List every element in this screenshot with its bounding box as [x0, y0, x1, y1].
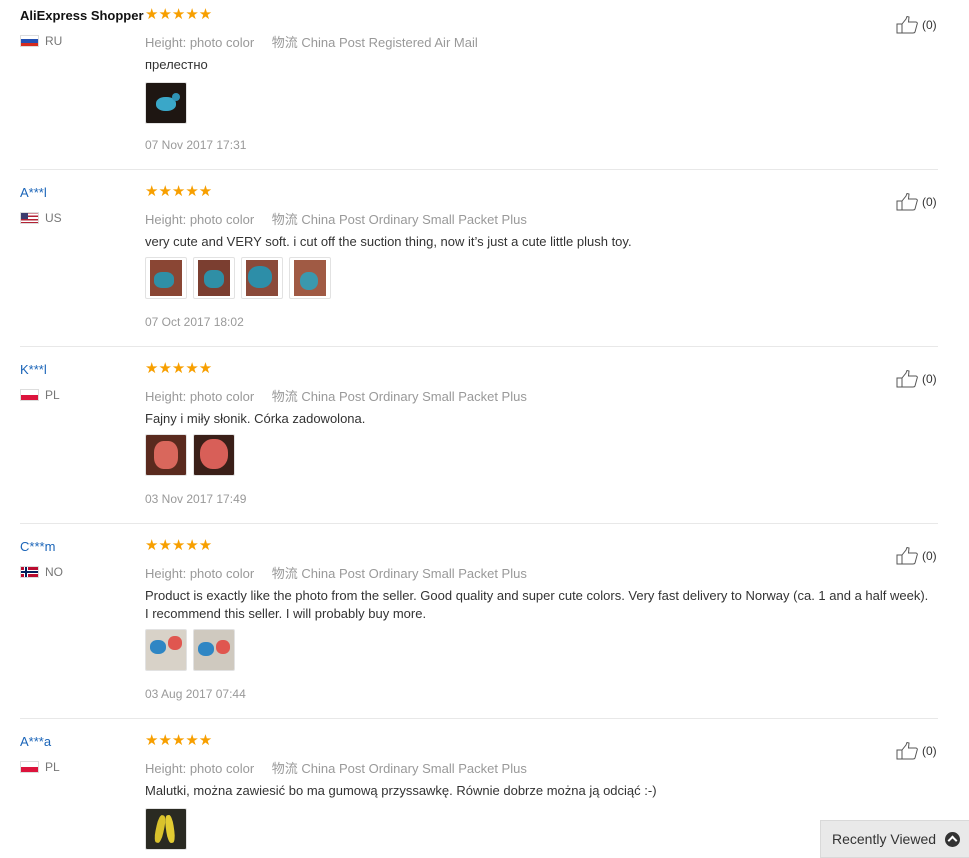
thumbs-up-icon — [896, 193, 918, 211]
review-attributes: Height: photo color 物流 China Post Ordina… — [145, 209, 527, 228]
helpful-button[interactable]: (0) — [896, 193, 937, 211]
flag-icon — [20, 389, 39, 401]
logistics-value: China Post Ordinary Small Packet Plus — [301, 212, 527, 227]
recently-viewed-label: Recently Viewed — [832, 831, 937, 847]
review-photos — [145, 257, 331, 299]
height-value: photo color — [189, 389, 255, 404]
reviewer-name[interactable]: A***l — [20, 185, 47, 200]
review-photos — [145, 629, 235, 671]
logistics-label: 物流 — [271, 761, 298, 776]
review-photos — [145, 82, 187, 124]
logistics-label: 物流 — [271, 566, 298, 581]
review-text: Fajny i miły słonik. Córka zadowolona. — [145, 411, 366, 426]
review-attributes: Height: photo color 物流 China Post Ordina… — [145, 563, 527, 582]
review-attributes: Height: photo color 物流 China Post Regist… — [145, 32, 478, 51]
review-divider — [20, 523, 938, 524]
thumbs-up-icon — [896, 370, 918, 388]
review-date: 07 Oct 2017 18:02 — [145, 315, 244, 329]
height-value: photo color — [189, 212, 255, 227]
review-attributes: Height: photo color 物流 China Post Ordina… — [145, 386, 527, 405]
flag-icon — [20, 566, 39, 578]
review-divider — [20, 346, 938, 347]
helpful-button[interactable]: (0) — [896, 547, 937, 565]
thumbs-up-icon — [896, 16, 918, 34]
helpful-count: (0) — [922, 195, 937, 209]
helpful-count: (0) — [922, 372, 937, 386]
height-label: Height: — [145, 35, 187, 50]
height-value: photo color — [189, 761, 255, 776]
review-photo-thumbnail[interactable] — [145, 434, 187, 476]
reviewer-country: US — [20, 211, 62, 225]
review-text: Product is exactly like the photo from t… — [145, 588, 929, 621]
star-rating: ★★★★★ — [145, 537, 213, 554]
reviewer-name[interactable]: K***l — [20, 362, 47, 377]
star-rating: ★★★★★ — [145, 360, 213, 377]
review-photo-thumbnail[interactable] — [145, 82, 187, 124]
logistics-label: 物流 — [271, 35, 298, 50]
review-date: 03 Nov 2017 17:49 — [145, 492, 247, 506]
height-value: photo color — [189, 35, 255, 50]
reviewer-country: PL — [20, 760, 60, 774]
height-value: photo color — [189, 566, 255, 581]
logistics-value: China Post Ordinary Small Packet Plus — [301, 389, 527, 404]
chevron-up-icon — [945, 832, 960, 847]
review-divider — [20, 718, 938, 719]
reviewer-name[interactable]: A***a — [20, 734, 51, 749]
review-photo-thumbnail[interactable] — [289, 257, 331, 299]
reviewer-name[interactable]: C***m — [20, 539, 55, 554]
helpful-count: (0) — [922, 744, 937, 758]
country-code: RU — [45, 34, 63, 48]
review-photo-thumbnail[interactable] — [145, 808, 187, 850]
review-attributes: Height: photo color 物流 China Post Ordina… — [145, 758, 527, 777]
logistics-value: China Post Ordinary Small Packet Plus — [301, 761, 527, 776]
flag-icon — [20, 212, 39, 224]
height-label: Height: — [145, 761, 187, 776]
logistics-value: China Post Registered Air Mail — [301, 35, 478, 50]
review-photo-thumbnail[interactable] — [145, 629, 187, 671]
helpful-button[interactable]: (0) — [896, 16, 937, 34]
country-code: US — [45, 211, 62, 225]
thumbs-up-icon — [896, 547, 918, 565]
helpful-count: (0) — [922, 549, 937, 563]
country-code: PL — [45, 388, 60, 402]
star-rating: ★★★★★ — [145, 6, 213, 23]
helpful-button[interactable]: (0) — [896, 370, 937, 388]
star-rating: ★★★★★ — [145, 183, 213, 200]
review-text: very cute and VERY soft. i cut off the s… — [145, 234, 632, 249]
thumbs-up-icon — [896, 742, 918, 760]
helpful-count: (0) — [922, 18, 937, 32]
review-photo-thumbnail[interactable] — [193, 434, 235, 476]
logistics-value: China Post Ordinary Small Packet Plus — [301, 566, 527, 581]
helpful-button[interactable]: (0) — [896, 742, 937, 760]
review-divider — [20, 169, 938, 170]
review-photos — [145, 808, 187, 850]
review-date: 03 Aug 2017 07:44 — [145, 687, 246, 701]
review-photo-thumbnail[interactable] — [145, 257, 187, 299]
recently-viewed-button[interactable]: Recently Viewed — [820, 820, 969, 858]
review-date: 07 Nov 2017 17:31 — [145, 138, 247, 152]
country-code: NO — [45, 565, 63, 579]
flag-icon — [20, 761, 39, 773]
reviewer-country: PL — [20, 388, 60, 402]
review-photo-thumbnail[interactable] — [241, 257, 283, 299]
review-photo-thumbnail[interactable] — [193, 257, 235, 299]
height-label: Height: — [145, 212, 187, 227]
review-photo-thumbnail[interactable] — [193, 629, 235, 671]
flag-icon — [20, 35, 39, 47]
country-code: PL — [45, 760, 60, 774]
height-label: Height: — [145, 566, 187, 581]
review-photos — [145, 434, 235, 476]
reviewer-country: NO — [20, 565, 63, 579]
logistics-label: 物流 — [271, 212, 298, 227]
reviewer-name: AliExpress Shopper — [20, 8, 144, 23]
height-label: Height: — [145, 389, 187, 404]
reviewer-country: RU — [20, 34, 62, 48]
review-text: прелестно — [145, 57, 208, 72]
logistics-label: 物流 — [271, 389, 298, 404]
star-rating: ★★★★★ — [145, 732, 213, 749]
review-text: Malutki, można zawiesić bo ma gumową prz… — [145, 783, 657, 798]
